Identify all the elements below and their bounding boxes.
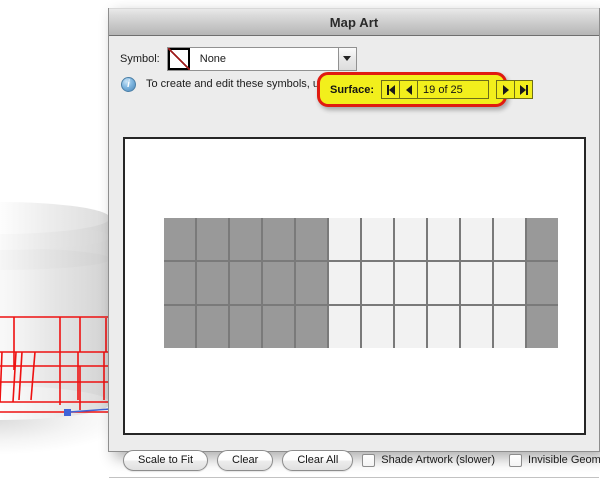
artwork-cell[interactable] (527, 306, 558, 348)
artwork-cell[interactable] (395, 262, 426, 304)
artwork-cell[interactable] (428, 218, 459, 260)
shade-artwork-checkbox[interactable]: Shade Artwork (slower) (362, 453, 496, 467)
previous-arrow-glyph (405, 84, 412, 95)
first-arrow-glyph (388, 84, 395, 95)
bucket-3d-artwork (0, 198, 128, 454)
shade-artwork-checkbox-box[interactable] (362, 453, 376, 467)
artwork-cell[interactable] (164, 306, 195, 348)
invisible-geometry-checkbox[interactable]: Invisible Geometry (509, 453, 600, 467)
surface-label: Surface: (330, 83, 375, 96)
next-surface-icon[interactable] (496, 80, 516, 99)
surface-counter-field[interactable]: 19 of 25 (417, 80, 490, 99)
artwork-cell[interactable] (197, 306, 228, 348)
artwork-cell[interactable] (494, 306, 525, 348)
artwork-cell[interactable] (527, 262, 558, 304)
artwork-cell[interactable] (362, 306, 393, 348)
artwork-cell[interactable] (362, 218, 393, 260)
mapped-artwork-grid[interactable] (164, 218, 558, 348)
artwork-cell[interactable] (263, 306, 294, 348)
previous-surface-icon[interactable] (399, 80, 419, 99)
artwork-cell[interactable] (197, 218, 228, 260)
artwork-cell[interactable] (461, 262, 492, 304)
artwork-cell[interactable] (329, 218, 360, 260)
artwork-cell[interactable] (296, 262, 327, 304)
artwork-cell[interactable] (428, 306, 459, 348)
dialog-body: Symbol: None Surface: 19 of 25 i To crea… (109, 36, 600, 478)
surface-navigation: 19 of 25 (381, 80, 534, 99)
artwork-cell[interactable] (296, 218, 327, 260)
info-icon: i (121, 76, 136, 92)
artwork-cell[interactable] (395, 306, 426, 348)
artwork-cell[interactable] (164, 262, 195, 304)
artwork-cell[interactable] (263, 218, 294, 260)
artwork-preview-panel[interactable] (123, 137, 586, 435)
artwork-cell[interactable] (164, 218, 195, 260)
artwork-cell[interactable] (362, 262, 393, 304)
artwork-cell[interactable] (329, 306, 360, 348)
chevron-down-glyph (343, 56, 352, 61)
screen: Map Art Symbol: None Surface: 19 of 25 i… (0, 0, 600, 502)
artwork-cell[interactable] (527, 218, 558, 260)
symbol-row: Symbol: None (109, 36, 599, 71)
first-surface-icon[interactable] (381, 80, 401, 99)
artwork-cell[interactable] (461, 306, 492, 348)
map-art-dialog: Map Art Symbol: None Surface: 19 of 25 i… (108, 8, 600, 478)
surface-control-highlight: Surface: 19 of 25 (317, 72, 534, 107)
dialog-bottom-bar: Scale to Fit Clear Clear All Shade Artwo… (109, 442, 600, 478)
clear-all-button[interactable]: Clear All (282, 449, 354, 471)
last-bar-glyph (525, 84, 528, 95)
bottom-separator (109, 477, 599, 478)
scale-to-fit-button[interactable]: Scale to Fit (123, 449, 209, 471)
symbol-dropdown-field[interactable]: None (166, 46, 338, 71)
artwork-cell[interactable] (494, 262, 525, 304)
dialog-titlebar[interactable]: Map Art (109, 8, 599, 36)
artwork-cell[interactable] (197, 262, 228, 304)
symbol-dropdown[interactable]: None (166, 46, 357, 71)
artwork-cell[interactable] (263, 262, 294, 304)
artwork-cell[interactable] (230, 218, 261, 260)
artwork-cell[interactable] (428, 262, 459, 304)
symbol-label: Symbol: (120, 52, 160, 65)
artwork-cell[interactable] (296, 306, 327, 348)
next-arrow-glyph (502, 84, 509, 95)
artwork-cell[interactable] (395, 218, 426, 260)
artwork-cell[interactable] (230, 262, 261, 304)
none-slash-icon (167, 47, 190, 70)
chevron-down-icon[interactable] (337, 46, 357, 71)
invisible-geometry-label: Invisible Geometry (528, 454, 600, 466)
artwork-cell[interactable] (461, 218, 492, 260)
last-surface-icon[interactable] (514, 80, 534, 99)
shade-artwork-label: Shade Artwork (slower) (381, 454, 496, 466)
dialog-title: Map Art (329, 14, 379, 30)
symbol-selected-value: None (199, 52, 227, 65)
clear-button[interactable]: Clear (217, 449, 274, 471)
artwork-cell[interactable] (494, 218, 525, 260)
artwork-cell[interactable] (329, 262, 360, 304)
artwork-cell[interactable] (230, 306, 261, 348)
invisible-geometry-checkbox-box[interactable] (509, 453, 523, 467)
